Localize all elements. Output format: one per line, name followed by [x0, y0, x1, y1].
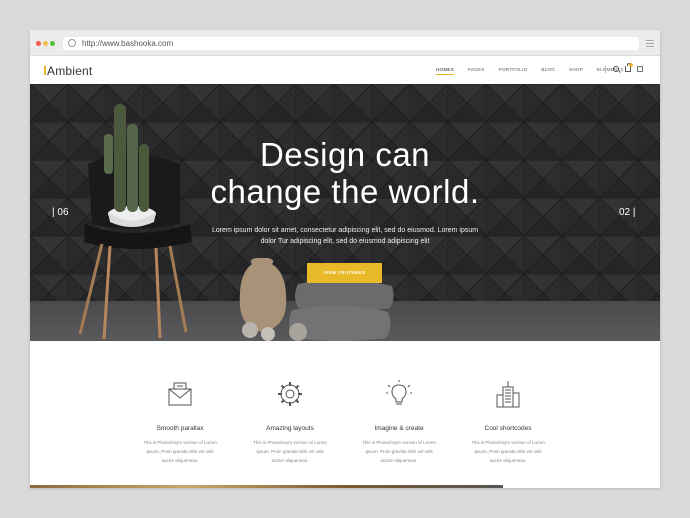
site-logo[interactable]: Ambient — [44, 64, 93, 78]
address-bar[interactable]: http://www.bashooka.com — [63, 37, 639, 50]
nav-item-pages[interactable]: PAGES — [468, 67, 485, 72]
lightbulb-icon — [386, 380, 412, 405]
feature-desc-line: Ipsum. Proin gravida nibh vel velit — [365, 449, 433, 454]
nav-item-homes[interactable]: HOMES — [436, 67, 455, 75]
globe-icon — [68, 39, 76, 47]
logo-text: Ambient — [47, 64, 93, 78]
feature-desc-line: auctor aliquenean. — [489, 458, 527, 463]
feature-title: Cool shortcodes — [484, 425, 532, 432]
next-section-preview — [30, 485, 503, 488]
hero-text-line: Lorem ipsum dolor sit amet, consectetur … — [211, 227, 479, 234]
feature-card: Amazing layouts This is Photoshop's vers… — [230, 379, 350, 465]
hero-title-line: change the world. — [210, 173, 480, 210]
feature-desc-line: Ipsum. Proin gravida nibh vel velit — [474, 449, 542, 454]
main-nav: HOMES PAGES PORTFOLIO BLOG SHOP ELEMENTS — [436, 67, 638, 75]
feature-desc-line: This is Photoshop's version of Lorem — [143, 440, 217, 445]
feature-desc-line: auctor aliquenean. — [380, 458, 418, 463]
vase — [239, 258, 287, 332]
browser-menu-icon[interactable] — [646, 40, 654, 47]
feature-title: Imagine & create — [374, 425, 424, 432]
feature-desc-line: This is Photoshop's version of Lorem — [362, 440, 436, 445]
feature-desc: This is Photoshop's version of Lorem Ips… — [120, 438, 240, 465]
address-url: http://www.bashooka.com — [82, 39, 174, 48]
hero-slider: Design can change the world. Lorem ipsum… — [30, 84, 660, 341]
feature-card: Smooth parallax This is Photoshop's vers… — [120, 379, 240, 465]
feature-desc-line: auctor aliquenean. — [161, 458, 199, 463]
hero-text-line: dolor Tur adipiscing elit, sed do eiusmo… — [260, 238, 430, 245]
feature-desc-line: auctor aliquenean. — [271, 458, 309, 463]
feature-desc: This is Photoshop's version of Lorem Ips… — [339, 438, 459, 465]
mail-icon — [168, 382, 192, 406]
nav-divider — [605, 66, 606, 73]
site-header: Ambient HOMES PAGES PORTFOLIO BLOG SHOP … — [30, 56, 660, 84]
feature-card: Imagine & create This is Photoshop's ver… — [339, 379, 459, 465]
search-icon[interactable] — [613, 66, 619, 72]
building-icon — [496, 381, 520, 408]
feature-desc-line: Ipsum. Proin gravida nibh vel velit — [256, 449, 324, 454]
logo-mark — [44, 66, 46, 75]
maximize-window-button[interactable] — [50, 41, 55, 46]
chair-leg — [168, 245, 188, 333]
view-features-button[interactable]: VIEW FEATURES — [307, 263, 382, 283]
slide-next-indicator[interactable]: 02 | — [619, 207, 636, 218]
feature-desc-line: Ipsum. Proin gravida nibh vel velit — [146, 449, 214, 454]
cart-badge — [629, 63, 633, 67]
hero-title-line: Design can — [259, 136, 431, 173]
feature-title: Smooth parallax — [156, 425, 204, 432]
hero-illustration — [78, 104, 394, 341]
feature-desc: This is Photoshop's version of Lorem Ips… — [230, 438, 350, 465]
feature-title: Amazing layouts — [266, 425, 314, 432]
yarn-ball — [289, 323, 307, 341]
nav-item-portfolio[interactable]: PORTFOLIO — [499, 67, 528, 72]
feature-desc-line: This is Photoshop's version of Lorem — [471, 440, 545, 445]
yarn-ball — [261, 327, 275, 341]
close-window-button[interactable] — [36, 41, 41, 46]
feature-card: Cool shortcodes This is Photoshop's vers… — [448, 379, 568, 465]
hero-title: Design can change the world. — [30, 136, 660, 210]
chair-leg — [154, 247, 162, 339]
features-section: Smooth parallax This is Photoshop's vers… — [30, 341, 660, 488]
yarn-ball — [242, 322, 258, 338]
feature-desc-line: This is Photoshop's version of Lorem — [253, 440, 327, 445]
chair-leg — [78, 243, 104, 335]
feature-desc: This is Photoshop's version of Lorem Ips… — [448, 438, 568, 465]
chair-leg — [102, 245, 112, 340]
slide-prev-indicator[interactable]: | 06 — [52, 207, 69, 218]
side-menu-icon[interactable] — [637, 66, 643, 72]
hero-text: Lorem ipsum dolor sit amet, consectetur … — [200, 225, 490, 247]
browser-window: http://www.bashooka.com Ambient HOMES PA… — [30, 30, 660, 488]
gear-icon — [278, 382, 302, 406]
minimize-window-button[interactable] — [43, 41, 48, 46]
browser-chrome: http://www.bashooka.com — [30, 30, 660, 56]
nav-item-shop[interactable]: SHOP — [569, 67, 583, 72]
nav-item-blog[interactable]: BLOG — [541, 67, 555, 72]
